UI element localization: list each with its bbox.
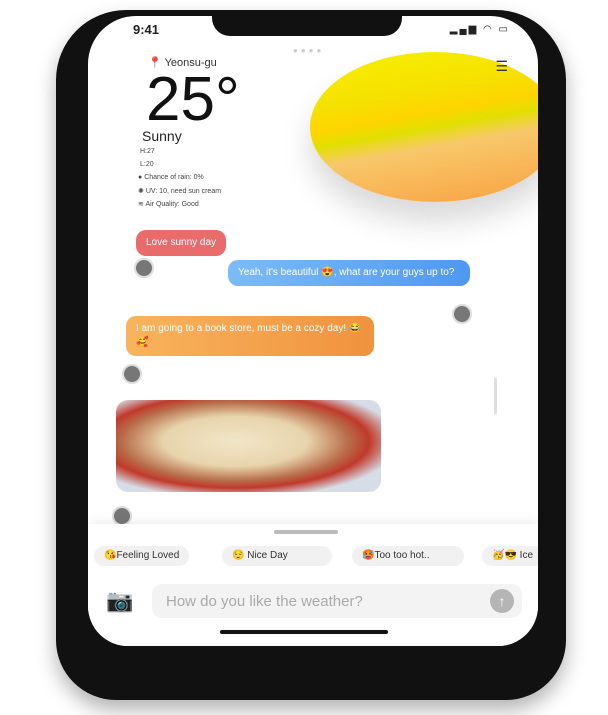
high-temp: H:27 bbox=[140, 148, 155, 155]
avatar[interactable] bbox=[134, 258, 154, 278]
page-indicator[interactable]: ●●●● bbox=[293, 46, 324, 55]
scrollbar[interactable] bbox=[494, 378, 497, 414]
air-quality: ≋ Air Quality: Good bbox=[138, 200, 199, 208]
chip-nice-day[interactable]: 😌 Nice Day bbox=[222, 546, 332, 566]
arrow-up-icon: ↑ bbox=[498, 593, 506, 609]
menu-icon[interactable]: ☰ bbox=[495, 58, 508, 75]
add-photo-icon[interactable]: 📷 bbox=[106, 588, 133, 614]
input-placeholder: How do you like the weather? bbox=[166, 593, 363, 610]
wind-icon: ≋ bbox=[138, 201, 144, 208]
message-bubble: Yeah, it's beautiful 😍, what are your gu… bbox=[228, 260, 470, 286]
low-temp: L:20 bbox=[140, 161, 154, 168]
air-text: Air Quality: Good bbox=[145, 201, 199, 208]
message-input[interactable]: How do you like the weather? ↑ bbox=[152, 584, 522, 618]
rain-text: Chance of rain: 0% bbox=[144, 174, 204, 181]
send-button[interactable]: ↑ bbox=[490, 589, 514, 613]
condition: Sunny bbox=[142, 128, 182, 144]
chip-too-hot[interactable]: 🥵Too too hot.. bbox=[352, 546, 464, 566]
temperature: 25° bbox=[146, 65, 240, 134]
notch bbox=[212, 16, 402, 36]
sheet-handle[interactable] bbox=[274, 530, 338, 534]
message-bubble: Love sunny day bbox=[136, 230, 227, 256]
ice-cream-photo[interactable] bbox=[116, 400, 381, 492]
rain-chance: ● Chance of rain: 0% bbox=[138, 174, 204, 181]
uv-index: ✺ UV: 10, need sun cream bbox=[138, 187, 221, 195]
status-icons: ▂▄▆ ◠ ▭ bbox=[449, 24, 510, 35]
uv-text: UV: 10, need sun cream bbox=[145, 188, 222, 195]
phone-screen: 9:41 ▂▄▆ ◠ ▭ ●●●● 📍 Yeonsu-gu 25° Sunny … bbox=[88, 16, 538, 646]
status-time: 9:41 bbox=[133, 22, 160, 37]
avatar[interactable] bbox=[122, 364, 142, 384]
drop-icon: ● bbox=[138, 174, 143, 181]
sun-icon: ✺ bbox=[138, 188, 144, 195]
avatar[interactable] bbox=[452, 304, 472, 324]
chip-feeling-loved[interactable]: 😘Feeling Loved bbox=[94, 546, 190, 566]
avatar[interactable] bbox=[112, 506, 132, 526]
home-indicator[interactable] bbox=[220, 630, 388, 634]
chip-ice[interactable]: 🥳😎 Ice bbox=[482, 546, 538, 566]
message-bubble: I am going to a book store, must be a co… bbox=[126, 316, 374, 356]
